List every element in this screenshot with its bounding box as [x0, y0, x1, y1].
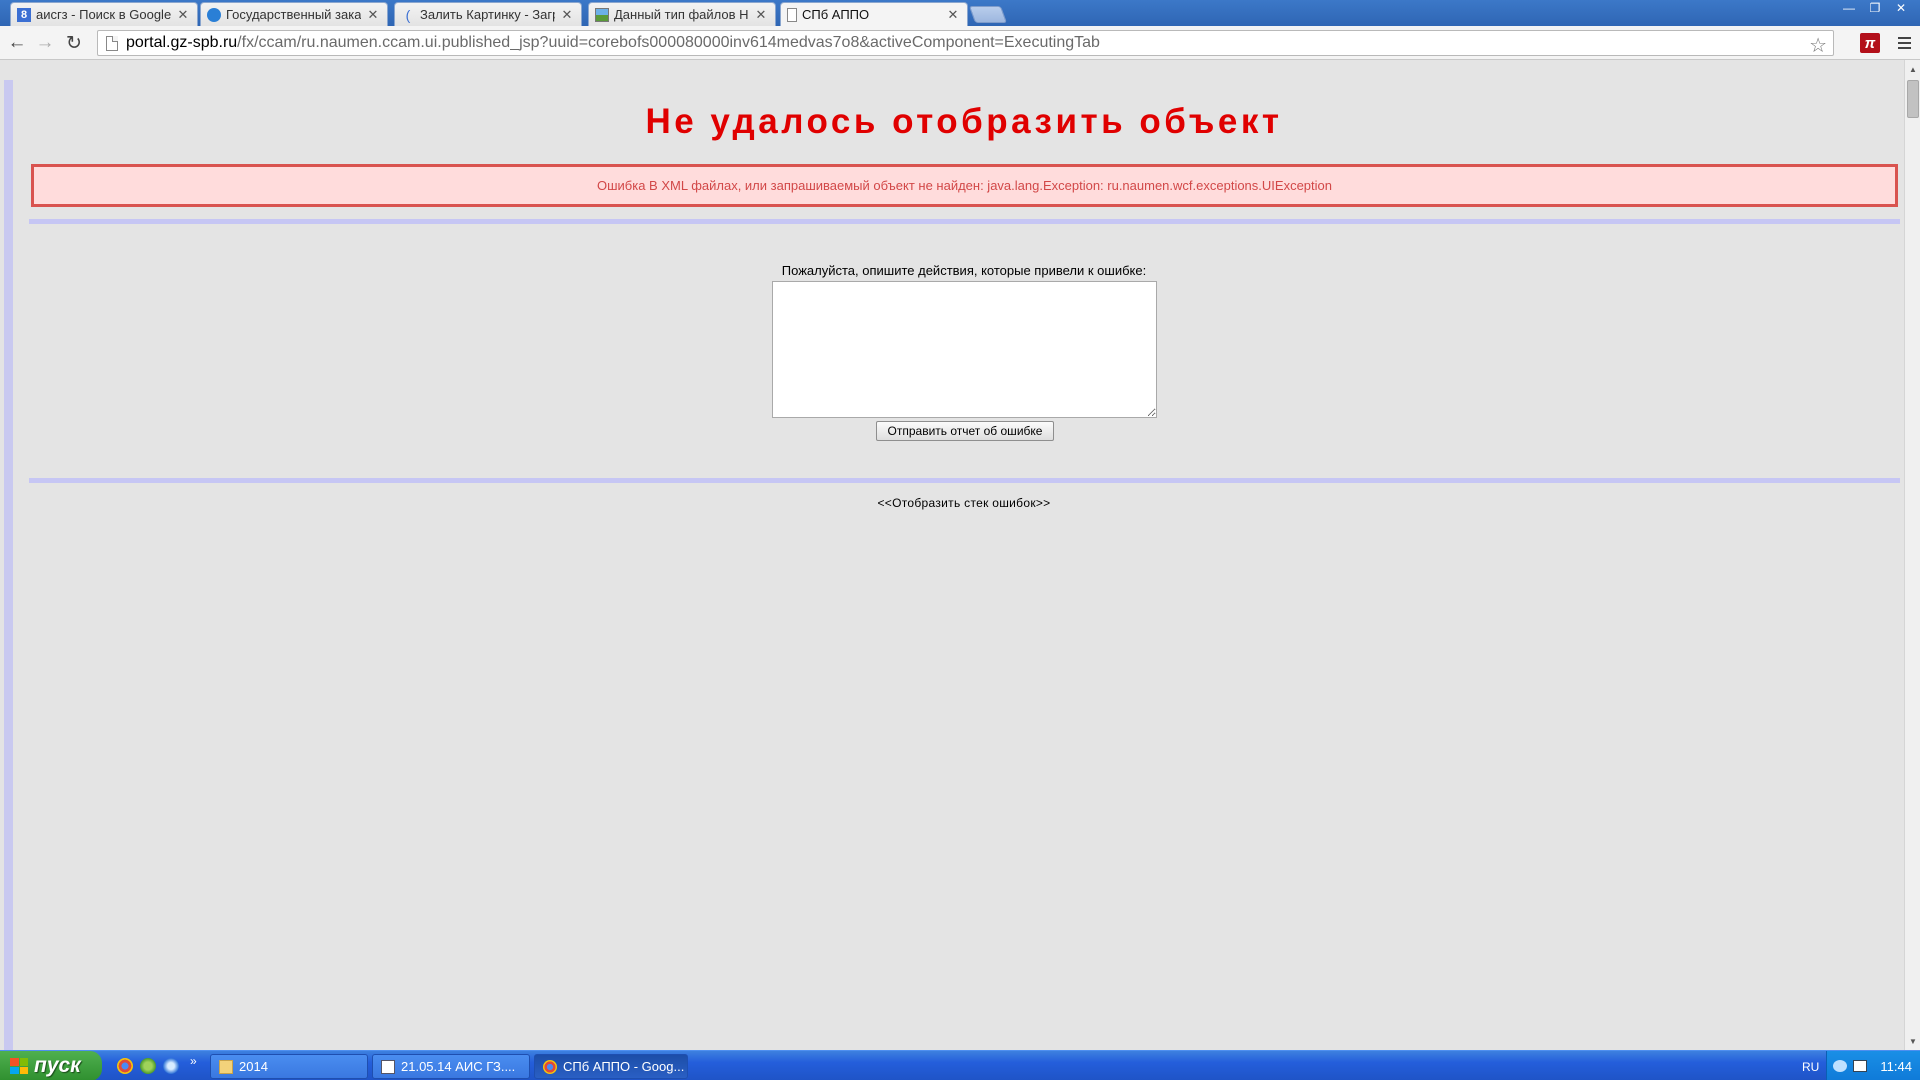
image-icon [595, 7, 609, 22]
error-message: Ошибка В XML файлах, или запрашиваемый о… [596, 178, 1332, 193]
tab-zalit-kartinku[interactable]: ( Залить Картинку - Загр ✕ [394, 2, 582, 26]
close-icon[interactable]: ✕ [367, 7, 379, 23]
task-label: 21.05.14 АИС ГЗ.... [401, 1059, 516, 1074]
folder-icon [219, 1059, 233, 1074]
restore-icon[interactable]: ❐ [1862, 0, 1888, 16]
scroll-up-arrow-icon[interactable]: ▲ [1905, 62, 1920, 76]
google-icon: 8 [17, 7, 31, 22]
scroll-down-arrow-icon[interactable]: ▼ [1905, 1034, 1920, 1048]
vertical-scrollbar[interactable]: ▲ ▼ [1904, 60, 1920, 1050]
task-document[interactable]: 21.05.14 АИС ГЗ.... [372, 1054, 530, 1079]
page-title: Не удалось отобразить объект [645, 102, 1283, 141]
chrome-icon [543, 1059, 557, 1074]
forward-arrow-icon[interactable]: → [33, 31, 57, 55]
page-icon [106, 35, 118, 51]
url-text[interactable]: portal.gz-spb.ru/fx/ccam/ru.naumen.ccam.… [126, 34, 1100, 52]
tab-spb-appo[interactable]: СПб АППО ✕ [780, 2, 968, 26]
window-controls: — ❐ ✕ [1836, 0, 1914, 18]
tab-label: СПб АППО [802, 7, 870, 22]
left-frame-border [4, 80, 13, 1050]
back-arrow-icon[interactable]: ← [5, 31, 29, 55]
error-description-textarea[interactable] [772, 281, 1157, 418]
address-bar[interactable]: portal.gz-spb.ru/fx/ccam/ru.naumen.ccam.… [97, 30, 1834, 58]
reload-icon[interactable]: ↻ [62, 31, 86, 55]
loading-icon: ( [405, 6, 411, 23]
windows-logo-icon [10, 1058, 28, 1074]
bookmark-star-icon[interactable]: ☆ [1809, 33, 1827, 58]
close-icon[interactable]: ✕ [947, 7, 959, 23]
browser-toolbar: ← → ↻ portal.gz-spb.ru/fx/ccam/ru.naumen… [0, 26, 1920, 60]
windows-taskbar: пуск » 2014 21.05.14 АИС ГЗ.... СПб АППО… [0, 1050, 1920, 1080]
start-label: пуск [34, 1054, 81, 1077]
send-error-report-button[interactable]: Отправить отчет об ошибке [876, 421, 1054, 441]
separator-bottom [29, 478, 1900, 483]
quicklaunch-more-icon[interactable]: » [190, 1054, 197, 1068]
ie-quicklaunch-icon[interactable] [163, 1058, 179, 1074]
tab-gos-zakaz[interactable]: Государственный заказ ✕ [200, 2, 388, 26]
close-window-icon[interactable]: ✕ [1888, 0, 1914, 16]
error-message-box: Ошибка В XML файлах, или запрашиваемый о… [31, 164, 1898, 207]
tab-label: Государственный заказ [226, 7, 361, 22]
chrome-quicklaunch-icon[interactable] [117, 1058, 133, 1074]
tab-file-type[interactable]: Данный тип файлов НЕ ✕ [588, 2, 776, 26]
task-label: СПб АППО - Goog... [563, 1059, 685, 1074]
app-quicklaunch-icon[interactable] [140, 1058, 156, 1074]
url-host: portal.gz-spb.ru [126, 34, 238, 51]
tab-label: аисгз - Поиск в Google [36, 7, 171, 22]
tab-google-search[interactable]: 8 аисгз - Поиск в Google ✕ [10, 2, 198, 26]
url-path: /fx/ccam/ru.naumen.ccam.ui.published_jsp… [237, 34, 1100, 51]
task-label: 2014 [239, 1059, 268, 1074]
close-icon[interactable]: ✕ [561, 7, 573, 23]
page-icon [787, 7, 797, 22]
minimize-icon[interactable]: — [1836, 0, 1862, 16]
screen: 8 аисгз - Поиск в Google ✕ Государственн… [0, 0, 1920, 1080]
extension-icon[interactable]: π [1860, 33, 1880, 53]
system-tray: 11:44 [1826, 1051, 1920, 1080]
new-tab-button[interactable] [968, 6, 1008, 23]
globe-icon [207, 7, 221, 22]
description-prompt: Пожалуйста, опишите действия, которые пр… [781, 263, 1147, 278]
show-stack-trace-link[interactable]: <<Отобразить стек ошибок>> [0, 496, 1920, 510]
task-chrome-spb-appo[interactable]: СПб АППО - Goog... [534, 1054, 688, 1079]
scroll-thumb[interactable] [1907, 80, 1919, 118]
clock: 11:44 [1880, 1058, 1912, 1074]
document-icon [381, 1059, 395, 1074]
menu-icon[interactable] [1894, 31, 1914, 55]
start-button[interactable]: пуск [0, 1051, 102, 1080]
task-folder-2014[interactable]: 2014 [210, 1054, 368, 1079]
mail-icon[interactable] [1853, 1060, 1867, 1072]
tab-label: Залить Картинку - Загр [420, 7, 555, 22]
tray-ie-icon[interactable] [1833, 1060, 1847, 1072]
close-icon[interactable]: ✕ [755, 7, 767, 23]
language-indicator[interactable]: RU [1802, 1060, 1819, 1074]
separator-top [29, 219, 1900, 224]
browser-tab-strip: 8 аисгз - Поиск в Google ✕ Государственн… [0, 0, 1920, 26]
close-icon[interactable]: ✕ [177, 7, 189, 23]
tab-label: Данный тип файлов НЕ [614, 7, 749, 22]
page-viewport: Не удалось отобразить объект Ошибка В XM… [0, 60, 1904, 1050]
